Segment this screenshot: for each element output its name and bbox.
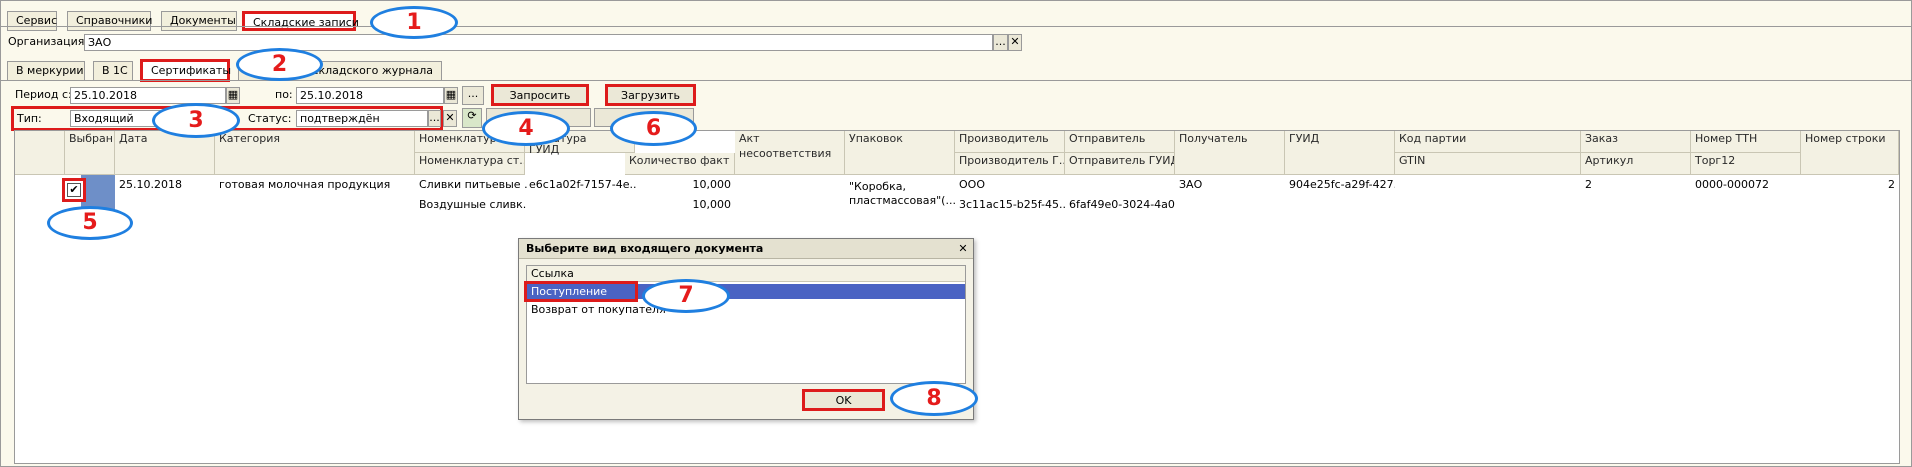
receipt-item-highlight bbox=[524, 281, 638, 302]
header-producer[interactable]: Производитель bbox=[955, 131, 1065, 153]
callout-3: 3 bbox=[152, 103, 240, 138]
cell-qty-2: 10,000 bbox=[692, 198, 732, 211]
callout-4: 4 bbox=[482, 111, 570, 146]
cell-ttn: 0000-000072 bbox=[1695, 178, 1769, 191]
header-order[interactable]: Заказ bbox=[1581, 131, 1691, 153]
header-pack[interactable]: Упаковок bbox=[845, 131, 955, 175]
header-ttn[interactable]: Номер ТТН bbox=[1691, 131, 1801, 153]
header-sender-guid[interactable]: Отправитель ГУИД bbox=[1065, 153, 1175, 175]
request-button[interactable]: Запросить bbox=[491, 84, 589, 106]
type-field[interactable]: Входящий bbox=[70, 110, 162, 127]
tab-in-1c[interactable]: В 1С bbox=[93, 61, 133, 81]
header-producer-guid[interactable]: Производитель Г... bbox=[955, 153, 1065, 175]
header-batch[interactable]: Код партии bbox=[1395, 131, 1581, 153]
callout-6: 6 bbox=[610, 111, 697, 146]
dialog-title-bar: Выберите вид входящего документа ✕ bbox=[519, 239, 973, 259]
header-receiver[interactable]: Получатель bbox=[1175, 131, 1285, 175]
cell-producer-guid: 3c11ac15-b25f-45... bbox=[959, 198, 1065, 211]
header-article[interactable]: Артикул bbox=[1581, 153, 1691, 175]
header-act-line2: несоответствия bbox=[739, 147, 832, 160]
cell-guid2: 904e25fc-a29f-427... bbox=[1289, 178, 1395, 191]
tab-bar-divider bbox=[0, 26, 1912, 27]
tab-references[interactable]: Справочники bbox=[67, 11, 152, 31]
status-select-button[interactable]: ... bbox=[428, 110, 441, 127]
list-header: Ссылка bbox=[527, 266, 965, 282]
close-icon[interactable]: ✕ bbox=[955, 240, 971, 258]
load-button[interactable]: Загрузить bbox=[605, 84, 696, 106]
period-select-button[interactable]: ... bbox=[462, 86, 484, 105]
cell-category: готовая молочная продукция bbox=[219, 178, 391, 191]
callout-2: 2 bbox=[236, 48, 323, 81]
status-clear-button[interactable]: ✕ bbox=[443, 110, 457, 127]
status-field[interactable]: подтверждён bbox=[296, 110, 428, 127]
cell-pack-line2: пластмассовая"(... bbox=[849, 194, 955, 207]
header-nomenclature-st[interactable]: Номенклатура ст... bbox=[415, 153, 525, 175]
tab-in-mercury[interactable]: В меркурии bbox=[7, 61, 85, 81]
header-category[interactable]: Категория bbox=[215, 131, 415, 175]
tab-certificates[interactable]: Сертификаты bbox=[140, 59, 231, 82]
ok-button[interactable]: OK bbox=[802, 389, 885, 411]
tab-warehouse-records[interactable]: Складские записи bbox=[242, 11, 359, 31]
org-label: Организация: bbox=[8, 35, 89, 48]
callout-7: 7 bbox=[642, 279, 730, 313]
selected-checkbox[interactable]: ✔ bbox=[67, 183, 81, 197]
header-line-no[interactable]: Номер строки bbox=[1801, 131, 1899, 175]
table-row[interactable]: ✔ 25.10.2018 готовая молочная продукция … bbox=[15, 175, 1899, 213]
list-item-customer-return[interactable]: Возврат от покупателя bbox=[527, 302, 965, 317]
callout-1: 1 bbox=[370, 6, 458, 39]
header-act-line1: Акт bbox=[739, 132, 760, 145]
calendar-to-icon[interactable]: ▦ bbox=[444, 87, 458, 104]
period-from-label: Период с: bbox=[15, 88, 72, 101]
cell-guid: e6c1a02f-7157-4e... bbox=[529, 178, 637, 191]
cell-pack-line1: "Коробка, bbox=[849, 180, 906, 193]
header-torg12[interactable]: Торг12 bbox=[1691, 153, 1801, 175]
header-selected[interactable]: Выбран bbox=[65, 131, 115, 175]
refresh-icon[interactable]: ⟳ bbox=[462, 108, 482, 128]
period-to-field[interactable]: 25.10.2018 bbox=[296, 87, 444, 104]
cell-date: 25.10.2018 bbox=[119, 178, 182, 191]
period-from-field[interactable]: 25.10.2018 bbox=[70, 87, 226, 104]
cell-nomenclature-1: Сливки питьевые ... bbox=[419, 178, 527, 191]
cell-nomenclature-2: Воздушные сливк... bbox=[419, 198, 527, 211]
cell-line-no: 2 bbox=[1888, 178, 1895, 191]
callout-8: 8 bbox=[890, 381, 978, 416]
org-field[interactable]: ЗАО bbox=[84, 34, 993, 51]
tab-service[interactable]: Сервис bbox=[7, 11, 57, 31]
cell-qty-1: 10,000 bbox=[692, 178, 732, 191]
header-sender[interactable]: Отправитель bbox=[1065, 131, 1175, 153]
org-clear-button[interactable]: ✕ bbox=[1008, 34, 1022, 51]
tab-documents[interactable]: Документы bbox=[161, 11, 237, 31]
doc-type-list: Ссылка Поступление Возврат от покупателя bbox=[524, 265, 966, 384]
cell-sender-guid: 6faf49e0-3024-4a0... bbox=[1069, 198, 1175, 211]
header-marker bbox=[15, 131, 65, 175]
calendar-from-icon[interactable]: ▦ bbox=[226, 87, 240, 104]
top-tab-bar: Сервис Справочники Документы Складские з… bbox=[0, 5, 1912, 31]
type-label: Тип: bbox=[17, 112, 42, 125]
cell-producer: ООО bbox=[959, 178, 985, 191]
cell-order: 2 bbox=[1585, 178, 1592, 191]
status-label: Статус: bbox=[248, 112, 292, 125]
callout-5: 5 bbox=[47, 206, 133, 240]
period-to-label: по: bbox=[275, 88, 293, 101]
header-qty-fact[interactable]: Количество факт bbox=[625, 153, 735, 175]
cell-receiver: ЗАО bbox=[1179, 178, 1203, 191]
dialog-title: Выберите вид входящего документа bbox=[526, 242, 764, 255]
cell-pack: "Коробка, пластмассовая"(... bbox=[845, 180, 955, 208]
header-act[interactable]: Акт несоответствия bbox=[735, 131, 845, 175]
header-gtin[interactable]: GTIN bbox=[1395, 153, 1581, 175]
header-guid2[interactable]: ГУИД bbox=[1285, 131, 1395, 175]
org-select-button[interactable]: ... bbox=[993, 34, 1008, 51]
